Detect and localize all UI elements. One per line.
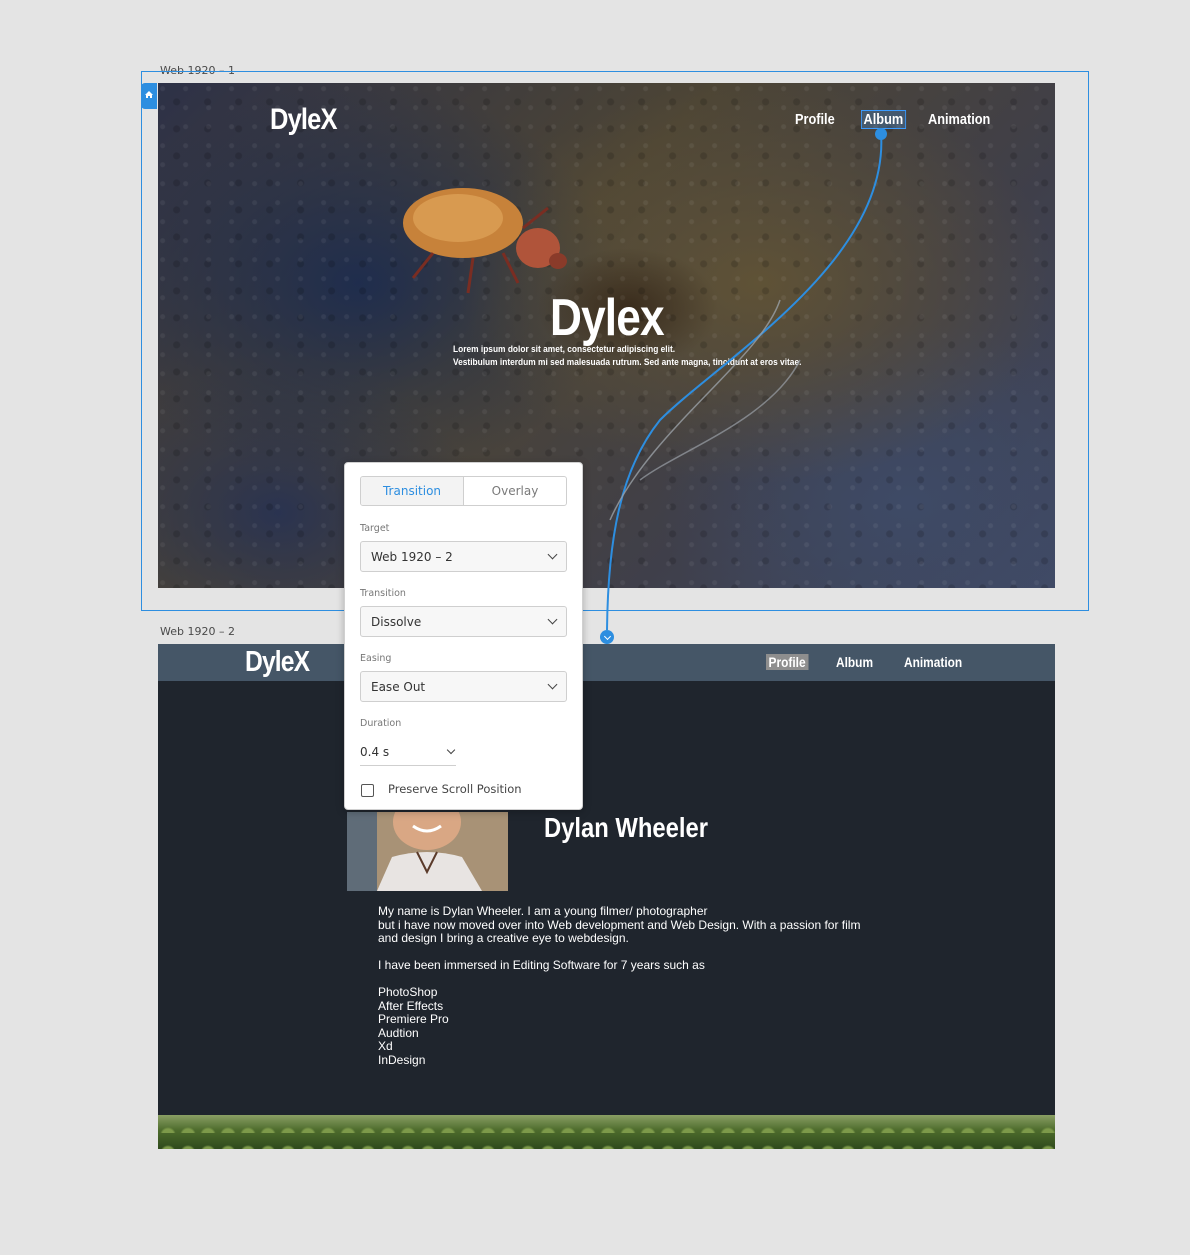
easing-label: Easing bbox=[360, 653, 392, 664]
transition-value: Dissolve bbox=[371, 614, 422, 629]
easing-value: Ease Out bbox=[371, 679, 426, 694]
wire-connector-icon[interactable] bbox=[875, 128, 887, 140]
tab-overlay[interactable]: Overlay bbox=[464, 477, 566, 505]
duration-value: 0.4 s bbox=[360, 744, 390, 759]
chevron-down-icon bbox=[603, 632, 611, 640]
target-dropdown[interactable]: Web 1920 – 2 bbox=[360, 541, 567, 572]
chevron-down-icon bbox=[446, 745, 456, 754]
target-value: Web 1920 – 2 bbox=[371, 549, 453, 564]
preserve-scroll-label[interactable]: Preserve Scroll Position bbox=[388, 782, 522, 796]
mode-tabs: Transition Overlay bbox=[360, 476, 567, 506]
duration-dropdown[interactable]: 0.4 s bbox=[360, 738, 456, 766]
easing-dropdown[interactable]: Ease Out bbox=[360, 671, 567, 702]
prototype-wire[interactable] bbox=[0, 0, 1190, 1255]
preserve-scroll-checkbox[interactable] bbox=[361, 784, 374, 797]
prototype-interaction-panel: Transition Overlay Target Web 1920 – 2 T… bbox=[344, 462, 583, 810]
duration-label: Duration bbox=[360, 718, 402, 729]
tab-transition[interactable]: Transition bbox=[361, 477, 464, 505]
transition-dropdown[interactable]: Dissolve bbox=[360, 606, 567, 637]
chevron-down-icon bbox=[547, 549, 558, 560]
chevron-down-icon bbox=[547, 614, 558, 625]
wire-target-handle[interactable] bbox=[600, 630, 614, 644]
chevron-down-icon bbox=[547, 679, 558, 690]
transition-label: Transition bbox=[360, 588, 406, 599]
target-label: Target bbox=[360, 523, 390, 534]
